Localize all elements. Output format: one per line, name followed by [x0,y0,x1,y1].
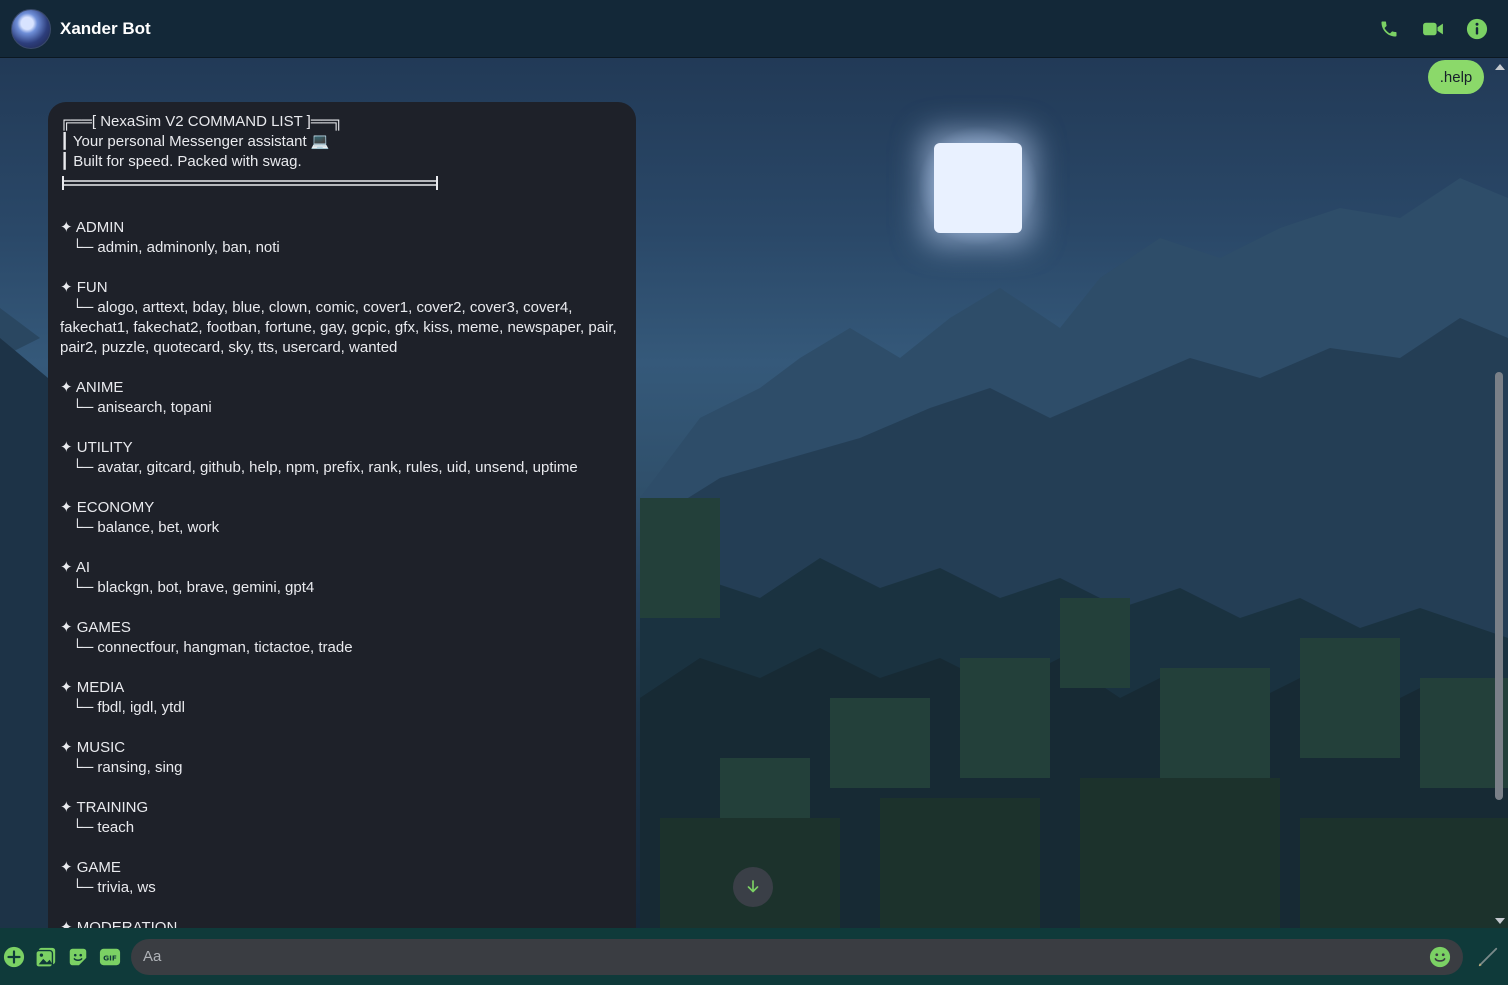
scrollbar-thumb[interactable] [1495,372,1503,800]
category-title: ✦ MEDIA [60,679,125,696]
category-moderation: ✦ MODERATION [60,918,624,928]
category-commands: └─ teach [72,819,135,836]
category-utility: ✦ UTILITY └─ avatar, gitcard, github, he… [60,438,624,478]
banner-line: ╔══[ NexaSim V2 COMMAND LIST ]══╗ [60,113,343,130]
message-input-wrapper [131,938,1463,975]
user-message-bubble[interactable]: .help [1428,60,1484,94]
scroll-down-arrow[interactable] [1495,918,1505,924]
scrollbar[interactable] [1492,60,1506,926]
banner-frame-bottom [62,176,438,190]
chat-title[interactable]: Xander Bot [60,19,151,39]
info-icon[interactable] [1466,18,1488,40]
category-title: ✦ MUSIC [60,739,126,756]
send-icon[interactable] [1477,946,1499,968]
category-title: ✦ GAMES [60,619,131,636]
banner-line: ┃ Your personal Messenger assistant 💻 [60,133,330,150]
category-music: ✦ MUSIC └─ ransing, sing [60,738,624,778]
category-media: ✦ MEDIA └─ fbdl, igdl, ytdl [60,678,624,718]
category-economy: ✦ ECONOMY └─ balance, bet, work [60,498,624,538]
category-commands: └─ trivia, ws [72,879,156,896]
emoji-icon[interactable] [1429,946,1451,968]
plus-circle-icon[interactable] [3,946,25,968]
video-call-icon[interactable] [1422,18,1444,40]
chat-header: Xander Bot [0,0,1508,58]
category-commands: └─ anisearch, topani [72,399,212,416]
banner-line: ┃ Built for speed. Packed with swag. [60,153,302,170]
category-commands: └─ avatar, gitcard, github, help, npm, p… [72,459,578,476]
category-commands: └─ ransing, sing [72,759,183,776]
category-commands: └─ fbdl, igdl, ytdl [72,699,185,716]
bot-message-bubble[interactable]: ╔══[ NexaSim V2 COMMAND LIST ]══╗ ┃ Your… [48,102,636,928]
phone-call-icon[interactable] [1378,18,1400,40]
category-game: ✦ GAME └─ trivia, ws [60,858,624,898]
message-composer: GIF [0,928,1508,985]
gif-icon[interactable]: GIF [99,946,121,968]
category-title: ✦ MODERATION [60,919,178,928]
category-commands: └─ alogo, arttext, bday, blue, clown, co… [60,299,617,356]
category-title: ✦ AI [60,559,91,576]
category-title: ✦ FUN [60,279,108,296]
avatar[interactable] [11,8,51,49]
category-title: ✦ ANIME [60,379,124,396]
category-admin: ✦ ADMIN └─ admin, adminonly, ban, noti [60,218,624,258]
category-commands: └─ balance, bet, work [72,519,220,536]
category-commands: └─ connectfour, hangman, tictactoe, trad… [72,639,353,656]
category-anime: ✦ ANIME └─ anisearch, topani [60,378,624,418]
category-ai: ✦ AI └─ blackgn, bot, brave, gemini, gpt… [60,558,624,598]
category-commands: └─ admin, adminonly, ban, noti [72,239,280,256]
gif-label: GIF [103,953,117,962]
category-games: ✦ GAMES └─ connectfour, hangman, tictact… [60,618,624,658]
message-input[interactable] [143,948,1429,965]
category-fun: ✦ FUN └─ alogo, arttext, bday, blue, clo… [60,278,624,358]
category-title: ✦ UTILITY [60,439,133,456]
sticker-icon[interactable] [67,946,89,968]
category-commands: └─ blackgn, bot, brave, gemini, gpt4 [72,579,315,596]
scroll-up-arrow[interactable] [1495,64,1505,70]
header-actions [1378,18,1488,40]
category-title: ✦ ECONOMY [60,499,155,516]
category-title: ✦ TRAINING [60,799,149,816]
category-training: ✦ TRAINING └─ teach [60,798,624,838]
image-icon[interactable] [35,946,57,968]
scroll-to-bottom-button[interactable] [733,867,773,907]
arrow-down-icon [747,880,759,893]
category-title: ✦ GAME [60,859,121,876]
category-title: ✦ ADMIN [60,219,125,236]
